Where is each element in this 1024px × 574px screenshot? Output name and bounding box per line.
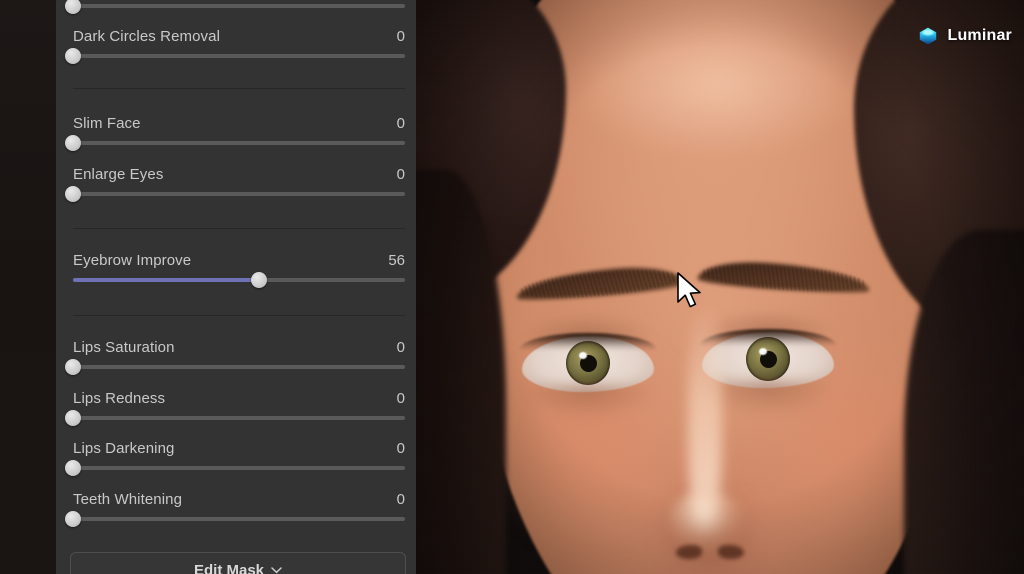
slider-thumb [65,186,81,202]
slider-thumb [65,460,81,476]
slider-track[interactable] [65,410,405,426]
slider-track[interactable] [65,135,405,151]
section-divider [73,315,405,316]
slider-thumb [65,410,81,426]
slider-track[interactable] [65,48,405,64]
slider-track[interactable] [73,272,405,288]
luminar-watermark: Luminar [918,26,1012,46]
slider-label: Lips Redness [73,390,166,407]
left-gutter [0,0,56,574]
section-divider [73,88,405,89]
slider-label: Eyebrow Improve [73,252,192,269]
portrait-enhancer-panel: Dark Circles Removal 0 Slim Face 0 Enlar… [56,0,416,574]
slider-thumb [65,48,81,64]
slider-fill [73,278,259,282]
edit-mask-label: Edit Mask [193,561,265,574]
section-divider [73,228,405,229]
slider-value: 0 [396,166,405,183]
luminar-window: Luminar Dark Circles Removal 0 Slim Face… [0,0,1024,574]
slider-value: 0 [396,440,405,457]
slider-thumb [65,359,81,375]
slider-value: 0 [396,339,405,356]
image-canvas[interactable]: Luminar [416,0,1024,574]
chevron-down-icon [271,561,282,574]
slider-value: 0 [396,28,405,45]
slider-value: 0 [396,491,405,508]
film-grain [416,0,1024,574]
slider-track[interactable] [65,511,405,527]
slider-label: Enlarge Eyes [73,166,164,183]
luminar-cube-icon [918,26,938,46]
luminar-wordmark: Luminar [947,27,1012,44]
slider-label: Dark Circles Removal [73,28,221,45]
edit-mask-button[interactable]: Edit Mask [70,552,406,574]
slider-thumb [65,0,81,14]
slider-track[interactable] [65,186,405,202]
slider-thumb [65,135,81,151]
portrait-photo [416,0,1024,574]
slider-track[interactable] [65,359,405,375]
slider-label: Slim Face [73,115,141,132]
slider-thumb [65,511,81,527]
slider-value: 0 [396,115,405,132]
slider-value: 0 [396,390,405,407]
slider-track[interactable] [65,460,405,476]
slider-thumb [250,272,267,288]
slider-label: Lips Darkening [73,440,175,457]
slider-track[interactable] [65,0,405,14]
slider-value: 56 [388,252,405,269]
slider-label: Teeth Whitening [73,491,183,508]
slider-label: Lips Saturation [73,339,175,356]
